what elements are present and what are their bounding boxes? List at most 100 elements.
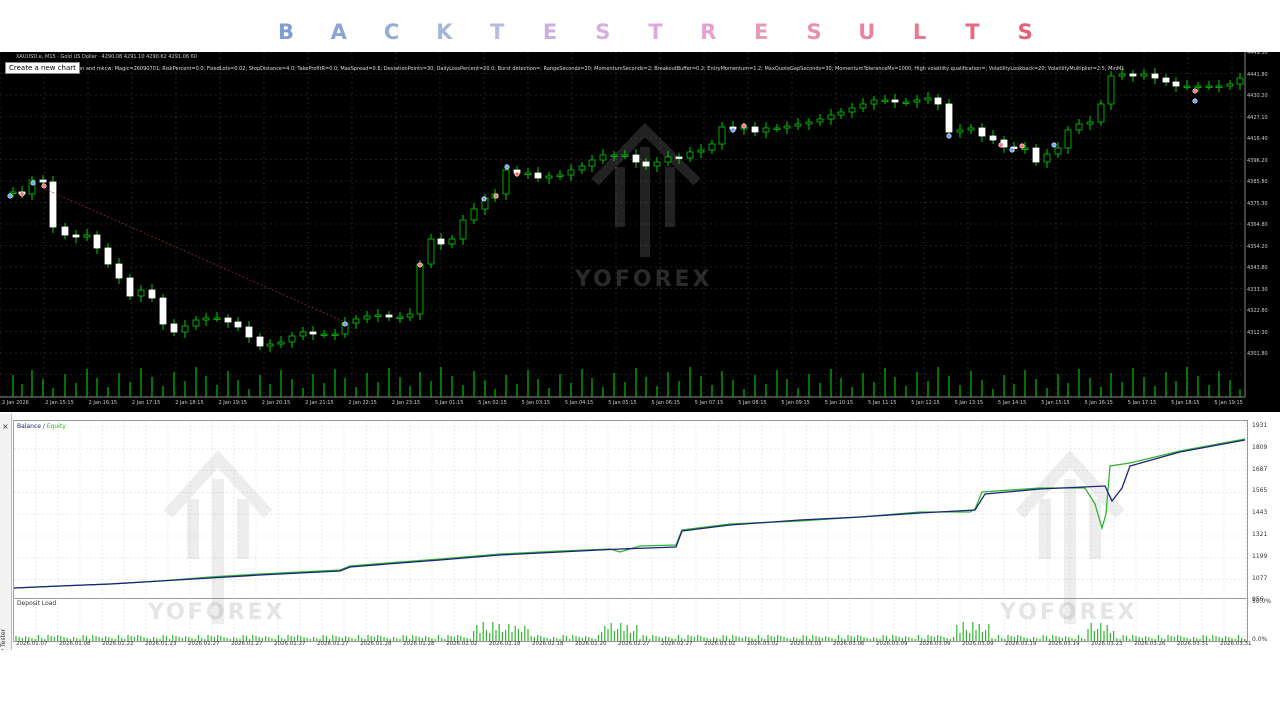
bear-candle <box>148 289 156 299</box>
date-label: 2026.01.27 <box>317 641 349 647</box>
price-chart[interactable]: XAUUSD.e, M15 · Gold US Dollar · 4290.08… <box>0 52 1280 412</box>
bull-candle <box>352 318 360 324</box>
bear-candle <box>751 126 759 133</box>
bull-candle <box>363 315 371 320</box>
time-label: 2 Jan 22:15 <box>348 400 377 406</box>
price-label: 4427.10 <box>1247 114 1268 121</box>
date-label: 2026.01.07 <box>16 641 48 647</box>
trade-marker <box>342 321 348 327</box>
bear-candle <box>170 323 178 333</box>
time-label: 5 Jan 13:15 <box>954 400 984 406</box>
date-label: 2026.01.28 <box>403 641 435 647</box>
strategy-tester-panel: × Strategy Tester Balance / Equity Depos… <box>0 414 1280 650</box>
time-label: 2 Jan 16:15 <box>88 400 118 406</box>
date-label: 2026.03.06 <box>833 641 865 647</box>
bull-candle <box>805 121 813 125</box>
date-label: 2026.03.19 <box>1005 641 1037 647</box>
bull-candle <box>967 127 975 131</box>
price-label: 4333.30 <box>1247 286 1268 293</box>
time-label: 5 Jan 16:15 <box>1084 400 1113 406</box>
date-label: 2026.03.03 <box>790 641 822 647</box>
tooltip-create-new-chart: Create a new chart <box>5 62 80 74</box>
bear-candle <box>1129 73 1137 77</box>
bear-candle <box>39 179 47 183</box>
bull-candle <box>320 333 328 336</box>
bull-candle <box>406 313 414 318</box>
bull-candle <box>502 169 510 195</box>
deposit-load-title: Deposit Load <box>17 600 57 607</box>
date-label: 2026.01.27 <box>188 641 220 647</box>
bear-candle <box>945 103 953 133</box>
banner-letter: K <box>436 20 453 44</box>
banner-letter: E <box>754 20 769 44</box>
bull-candle <box>416 263 424 315</box>
y-label: 1199 <box>1252 552 1268 560</box>
banner-letter: A <box>330 20 347 44</box>
deposit-y-label: 50.0% <box>1252 598 1272 605</box>
bull-candle <box>567 169 575 176</box>
bull-candle <box>266 343 274 347</box>
y-label: 1931 <box>1252 422 1268 429</box>
trade-line <box>44 188 346 323</box>
y-label: 1077 <box>1252 574 1268 582</box>
y-label: 1443 <box>1252 509 1268 517</box>
bull-candle <box>664 156 672 163</box>
date-label: 2026.03.31 <box>1177 641 1209 647</box>
time-label: 5 Jan 06:15 <box>651 400 680 406</box>
balance-legend: Balance / Equity <box>17 423 66 430</box>
banner-letter: S <box>806 20 822 44</box>
price-label: 4343.80 <box>1247 265 1268 271</box>
y-label: 1565 <box>1252 487 1268 495</box>
date-label: 2026.01.23 <box>145 641 177 647</box>
bull-candle <box>470 208 478 221</box>
bull-candle <box>202 317 210 321</box>
date-label: 2026.03.02 <box>747 641 779 647</box>
bull-candle <box>859 103 867 109</box>
trade-marker <box>19 191 25 197</box>
bull-candle <box>427 238 435 265</box>
time-label: 2 Jan 2026 <box>2 400 29 406</box>
date-label: 2026.02.27 <box>661 641 693 647</box>
bear-candle <box>224 317 232 323</box>
bull-candle <box>459 219 467 240</box>
time-label: 5 Jan 14:15 <box>997 400 1027 406</box>
bull-candle <box>1183 85 1191 88</box>
trade-marker <box>1192 88 1198 94</box>
bull-candle <box>686 151 694 159</box>
bear-candle <box>61 226 69 236</box>
bull-candle <box>773 127 781 130</box>
chart-header: XAUUSD.e, M15 · Gold US Dollar · 4290.08… <box>16 54 197 60</box>
bull-candle <box>396 316 404 319</box>
bull-candle <box>213 317 221 320</box>
bear-candle <box>934 97 942 105</box>
bull-candle <box>816 118 824 123</box>
bear-candle <box>989 135 997 141</box>
bull-candle <box>448 238 456 245</box>
bear-candle <box>534 172 542 179</box>
bull-candle <box>1064 129 1072 149</box>
date-label: 2026.01.27 <box>231 641 263 647</box>
time-label: 5 Jan 08:15 <box>738 400 767 406</box>
candlestick-svg <box>0 52 1246 398</box>
date-label: 2026.03.09 <box>919 641 951 647</box>
price-label: 4430.20 <box>1247 93 1268 99</box>
bull-candle <box>192 319 200 327</box>
time-label: 2 Jan 20:15 <box>261 400 291 406</box>
bull-candle <box>902 101 910 104</box>
trade-marker <box>514 171 520 177</box>
time-label: 5 Jan 12:15 <box>911 400 940 406</box>
bull-candle <box>374 314 382 317</box>
bull-candle <box>848 107 856 113</box>
bull-candle <box>762 127 770 133</box>
date-label: 2026.03.31 <box>1220 641 1252 647</box>
bull-candle <box>1226 83 1234 87</box>
bear-candle <box>115 263 123 279</box>
bear-candle <box>234 321 242 328</box>
price-label: 4354.20 <box>1247 243 1268 250</box>
bear-candle <box>126 277 134 297</box>
bull-candle <box>1215 85 1223 88</box>
date-label: 2026.03.23 <box>1091 641 1123 647</box>
time-label: 5 Jan 02:15 <box>478 400 507 406</box>
time-label: 5 Jan 04:15 <box>564 400 594 406</box>
date-label: 2026.03.09 <box>876 641 908 647</box>
